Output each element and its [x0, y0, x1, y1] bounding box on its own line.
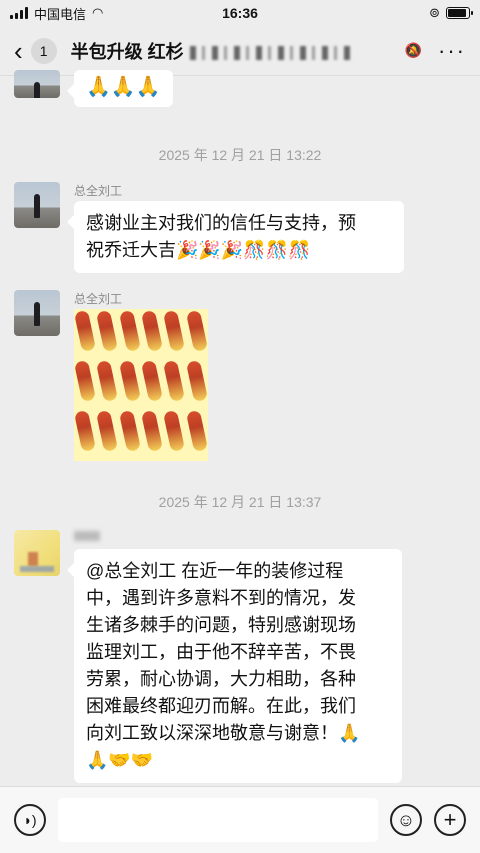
unread-count-badge: 1	[30, 37, 57, 64]
message-bubble[interactable]: 感谢业主对我们的信任与支持，预 祝乔迁大吉🎉🎉🎉🎊🎊🎊	[67, 201, 404, 273]
message-text-line: 劳累，耐心协调，大力相助，各种	[86, 669, 356, 689]
smiley-icon: ☺	[396, 809, 416, 830]
redacted-title-tail	[189, 45, 350, 60]
chat-title: 半包升级 红杉	[71, 38, 405, 64]
sender-name: 总全刘工	[74, 292, 123, 306]
avatar[interactable]	[14, 182, 60, 228]
message: 总全刘工	[14, 290, 208, 461]
timestamp: 2025 年 12 月 21 日 13:37	[158, 494, 322, 510]
message-text-line: 困难最终都迎刃而解。在此，我们	[86, 696, 356, 716]
message-bubble[interactable]: 🙏🙏🙏	[67, 70, 173, 107]
avatar[interactable]	[14, 70, 60, 98]
sender-name: 总全刘工	[74, 184, 123, 198]
message-input[interactable]	[58, 798, 378, 842]
message-text-line: 生诸多棘手的问题，特别感谢现场	[86, 615, 356, 635]
firecracker-sticker[interactable]	[74, 309, 208, 461]
battery-icon	[446, 7, 473, 19]
voice-icon: ◗)	[23, 812, 37, 828]
avatar[interactable]	[14, 530, 60, 576]
message-text-line: 祝乔迁大吉🎉🎉🎉🎊🎊🎊	[86, 240, 311, 260]
more-options-button[interactable]: ···	[438, 38, 466, 64]
back-button[interactable]: ‹ 1	[14, 35, 57, 66]
sender-name-redacted	[74, 530, 402, 544]
wifi-icon: ◠	[92, 5, 104, 20]
rotation-lock-icon: ⊚	[429, 5, 440, 20]
message-text-line: 向刘工致以深深地敬意与谢意！🙏	[86, 723, 361, 743]
avatar[interactable]	[14, 290, 60, 336]
message: @总全刘工 在近一年的装修过程 中，遇到许多意料不到的情况，发 生诸多棘手的问题…	[14, 530, 402, 783]
message-text-line: 监理刘工，由于他不辞辛苦，不畏	[86, 642, 356, 662]
chevron-left-icon: ‹	[14, 35, 23, 66]
message: 总全刘工 感谢业主对我们的信任与支持，预 祝乔迁大吉🎉🎉🎉🎊🎊🎊	[14, 182, 404, 273]
signal-icon	[10, 7, 28, 19]
message-partial: 🙏🙏🙏	[14, 70, 173, 107]
message-text-line: 🙏🤝🤝	[86, 750, 154, 770]
more-actions-button[interactable]: +	[434, 804, 466, 836]
mute-icon: 🔕	[404, 42, 423, 58]
message-text-line: 中，遇到许多意料不到的情况，发	[86, 588, 356, 608]
voice-input-button[interactable]: ◗)	[14, 804, 46, 836]
timestamp: 2025 年 12 月 21 日 13:22	[158, 147, 322, 163]
status-time: 16:36	[222, 5, 258, 21]
carrier-label: 中国电信	[34, 6, 87, 22]
message-text-line: 感谢业主对我们的信任与支持，预	[86, 213, 356, 233]
plus-icon: +	[443, 807, 457, 832]
message-text-line: @总全刘工 在近一年的装修过程	[86, 561, 344, 581]
status-bar: 中国电信 ◠ 16:36 ⊚	[0, 0, 480, 26]
chat-header: ‹ 1 半包升级 红杉 🔕 ···	[0, 26, 480, 76]
emoji-button[interactable]: ☺	[390, 804, 422, 836]
input-bar: ◗) ☺ +	[0, 786, 480, 853]
message-bubble[interactable]: @总全刘工 在近一年的装修过程 中，遇到许多意料不到的情况，发 生诸多棘手的问题…	[67, 549, 402, 783]
